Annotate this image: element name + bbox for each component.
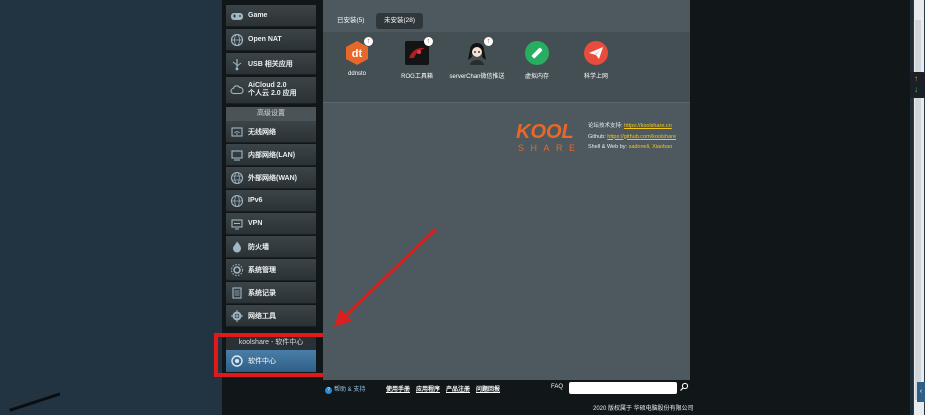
github-link[interactable]: https://github.com/koolshare bbox=[607, 134, 676, 140]
sidebar-item-label: USB 相关应用 bbox=[248, 60, 293, 68]
page-scrollbar[interactable] bbox=[913, 0, 925, 415]
credits: 论坛技术支持: https://koolshare.cn Github: htt… bbox=[588, 121, 676, 153]
sidebar-item-label: 内部网络(LAN) bbox=[248, 151, 296, 159]
collapse-tab[interactable]: ‹ bbox=[917, 382, 925, 402]
app-label: 虚拟内存 bbox=[524, 74, 549, 80]
footer-bar: ? 帮助 & 支持 使用手册 应用程序 产品注册 问题回报 FAQ bbox=[323, 382, 690, 396]
footer-link-manual[interactable]: 使用手册 bbox=[386, 384, 410, 393]
app-label: serverChan微信推送 bbox=[449, 74, 505, 80]
ipv6-globe-icon bbox=[230, 194, 244, 208]
wireless-icon bbox=[230, 125, 244, 139]
sidebar-item-vpn[interactable]: VPN bbox=[226, 213, 316, 235]
sidebar-item-label: Open NAT bbox=[248, 36, 282, 43]
help-support-link[interactable]: ? 帮助 & 支持 bbox=[325, 384, 365, 394]
usb-icon bbox=[230, 57, 244, 71]
wan-globe-icon bbox=[230, 171, 244, 185]
admin-icon bbox=[230, 263, 244, 277]
app-label: ROG工具箱 bbox=[401, 74, 433, 80]
tab-installed[interactable]: 已安装(5) bbox=[329, 13, 373, 29]
arrow-down-icon[interactable]: ↓ bbox=[914, 85, 918, 95]
installed-apps-grid: dt ↑ ddnsto ↑ ROG工具箱 ↑ serverChan微信推送 虚拟… bbox=[323, 32, 690, 102]
sidebar-item-label: 外部网络(WAN) bbox=[248, 174, 297, 182]
desktop-background bbox=[0, 0, 222, 415]
advanced-settings-header: 高级设置 bbox=[226, 107, 316, 121]
sidebar-item-wireless[interactable]: 无线网络 bbox=[226, 121, 316, 143]
footer-link-register[interactable]: 产品注册 bbox=[446, 384, 470, 393]
gamepad-icon bbox=[230, 9, 244, 23]
faq-search-input[interactable] bbox=[569, 382, 677, 394]
lan-icon bbox=[230, 148, 244, 162]
sidebar-item-label: AiCloud 2.0 bbox=[248, 82, 287, 90]
copyright-text: 2020 版权属于 华硕电脑股份有限公司 bbox=[593, 406, 694, 412]
sidebar-item-lan[interactable]: 内部网络(LAN) bbox=[226, 144, 316, 166]
app-ddnsto[interactable]: dt ↑ ddnsto bbox=[327, 37, 387, 77]
shell-authors: sadoneli, Xiaobao bbox=[628, 144, 673, 150]
cloud-icon bbox=[230, 83, 244, 97]
app-serverchan[interactable]: ↑ serverChan微信推送 bbox=[447, 37, 507, 80]
svg-text:KOOL: KOOL bbox=[516, 121, 574, 143]
help-label: 帮助 & 支持 bbox=[334, 387, 366, 393]
corner-decoration bbox=[0, 392, 60, 415]
scroll-widget[interactable]: ↑ ↓ bbox=[910, 72, 925, 98]
app-virtual-memory[interactable]: 虚拟内存 bbox=[507, 40, 567, 80]
paper-plane-icon bbox=[584, 41, 608, 65]
app-badge: ↑ bbox=[484, 37, 493, 46]
app-badge: ↑ bbox=[424, 37, 433, 46]
sidebar-item-label: IPv6 bbox=[248, 197, 263, 204]
arrow-up-icon[interactable]: ↑ bbox=[914, 74, 918, 84]
tools-icon bbox=[230, 309, 244, 323]
svg-text:SHARE: SHARE bbox=[518, 143, 582, 153]
sidebar-item-label: 系统管理 bbox=[248, 266, 276, 274]
forum-link[interactable]: https://koolshare.cn bbox=[624, 123, 672, 129]
sidebar-item-game[interactable]: Game bbox=[226, 5, 316, 27]
search-icon[interactable] bbox=[679, 382, 689, 392]
globe-network-icon bbox=[230, 33, 244, 47]
tab-not-installed[interactable]: 未安装(28) bbox=[376, 13, 424, 29]
app-badge: ↑ bbox=[364, 37, 373, 46]
sidebar-item-wan[interactable]: 外部网络(WAN) bbox=[226, 167, 316, 189]
highlight-annotation-box bbox=[214, 333, 329, 377]
sidebar-item-log[interactable]: 系统记录 bbox=[226, 282, 316, 304]
koolshare-logo: KOOL SHARE bbox=[516, 118, 586, 154]
app-rog-toolbox[interactable]: ↑ ROG工具箱 bbox=[387, 37, 447, 80]
sidebar-item-label: VPN bbox=[248, 220, 263, 227]
red-arrow-annotation bbox=[334, 227, 438, 327]
firewall-icon bbox=[230, 240, 244, 254]
faq-label: FAQ bbox=[551, 384, 564, 390]
sidebar-item-sublabel: 个人云 2.0 应用 bbox=[248, 90, 297, 97]
sidebar-item-label: Game bbox=[248, 12, 268, 19]
sidebar-item-label: 防火墙 bbox=[248, 243, 269, 251]
sidebar-item-ipv6[interactable]: IPv6 bbox=[226, 190, 316, 212]
sidebar-item-aicloud[interactable]: AiCloud 2.0 个人云 2.0 应用 bbox=[226, 77, 316, 104]
github-label: Github: bbox=[588, 133, 606, 140]
sidebar-item-usb[interactable]: USB 相关应用 bbox=[226, 53, 316, 75]
shell-label: Shell & Web by: bbox=[588, 144, 628, 150]
sidebar-item-open-nat[interactable]: Open NAT bbox=[226, 29, 316, 51]
sidebar-item-tools[interactable]: 网络工具 bbox=[226, 305, 316, 327]
help-icon: ? bbox=[325, 387, 332, 394]
vpn-icon bbox=[230, 217, 244, 231]
sidebar-item-firewall[interactable]: 防火墙 bbox=[226, 236, 316, 258]
sidebar-item-admin[interactable]: 系统管理 bbox=[226, 259, 316, 281]
tab-bar: 已安装(5) 未安装(28) bbox=[323, 10, 690, 32]
app-proxy[interactable]: 科学上网 bbox=[566, 40, 626, 80]
svg-text:dt: dt bbox=[352, 48, 363, 60]
forum-label: 论坛技术支持: bbox=[588, 123, 623, 129]
footer-link-feedback[interactable]: 问题回报 bbox=[476, 384, 500, 393]
sidebar-item-label: 系统记录 bbox=[248, 289, 276, 297]
footer-link-apps[interactable]: 应用程序 bbox=[416, 384, 440, 393]
chevron-left-icon: ‹ bbox=[919, 388, 923, 395]
app-label: 科学上网 bbox=[583, 74, 608, 80]
sidebar-item-label: 网络工具 bbox=[248, 312, 276, 320]
divider bbox=[323, 102, 690, 103]
sidebar-item-label: 无线网络 bbox=[248, 128, 276, 136]
log-icon bbox=[230, 286, 244, 300]
virtual-memory-icon bbox=[525, 41, 549, 65]
app-label: ddnsto bbox=[347, 71, 366, 77]
